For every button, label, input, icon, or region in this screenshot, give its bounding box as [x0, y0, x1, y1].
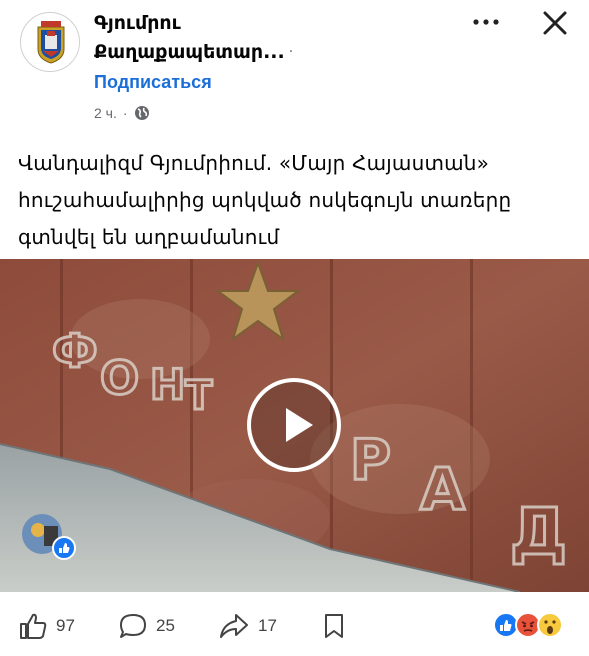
comment-button[interactable]: 25 — [118, 612, 175, 640]
bookmark-icon — [325, 614, 343, 638]
post-text: Վանդալիզմ Գյումրիում. «Մայր Հայաստան» հո… — [18, 151, 512, 249]
page-name[interactable]: Գյումրու Քաղաքապետար... · — [94, 9, 394, 67]
like-reaction-icon — [493, 612, 519, 638]
save-button[interactable] — [322, 612, 346, 640]
like-button[interactable]: 97 — [18, 612, 75, 640]
commenter-avatar[interactable] — [20, 512, 80, 560]
share-count: 17 — [258, 616, 277, 635]
post-meta: 2 ч. · — [94, 105, 150, 121]
share-button[interactable]: 17 — [218, 612, 277, 640]
angry-reaction-icon — [515, 612, 541, 638]
play-icon — [286, 408, 313, 442]
name-separator: · — [288, 44, 294, 60]
wow-reaction-icon — [537, 612, 563, 638]
reaction-summary[interactable] — [492, 611, 572, 639]
globe-icon — [134, 105, 150, 121]
post-actions-bar: 97 25 17 — [0, 598, 589, 656]
comment-bubble-icon — [120, 614, 146, 638]
share-arrow-icon — [220, 614, 248, 638]
page-name-line1[interactable]: Գյումրու — [94, 9, 394, 38]
more-options-icon — [473, 19, 499, 25]
page-avatar[interactable] — [20, 12, 80, 72]
close-icon — [543, 11, 567, 35]
time-separator: · — [122, 105, 128, 121]
more-options-button[interactable] — [468, 10, 504, 34]
post-time[interactable]: 2 ч. — [94, 105, 117, 121]
city-emblem-icon — [23, 15, 79, 71]
play-button[interactable] — [247, 378, 341, 472]
like-count: 97 — [56, 616, 75, 635]
subscribe-button[interactable]: Подписаться — [94, 72, 212, 93]
thumbs-up-icon — [20, 613, 47, 639]
post-header: Գյումրու Քաղաքապետար... · Подписаться 2 … — [0, 0, 589, 135]
page-name-line2[interactable]: Քաղաքապետար... — [94, 38, 285, 67]
close-button[interactable] — [538, 6, 572, 40]
comment-count: 25 — [156, 616, 175, 635]
